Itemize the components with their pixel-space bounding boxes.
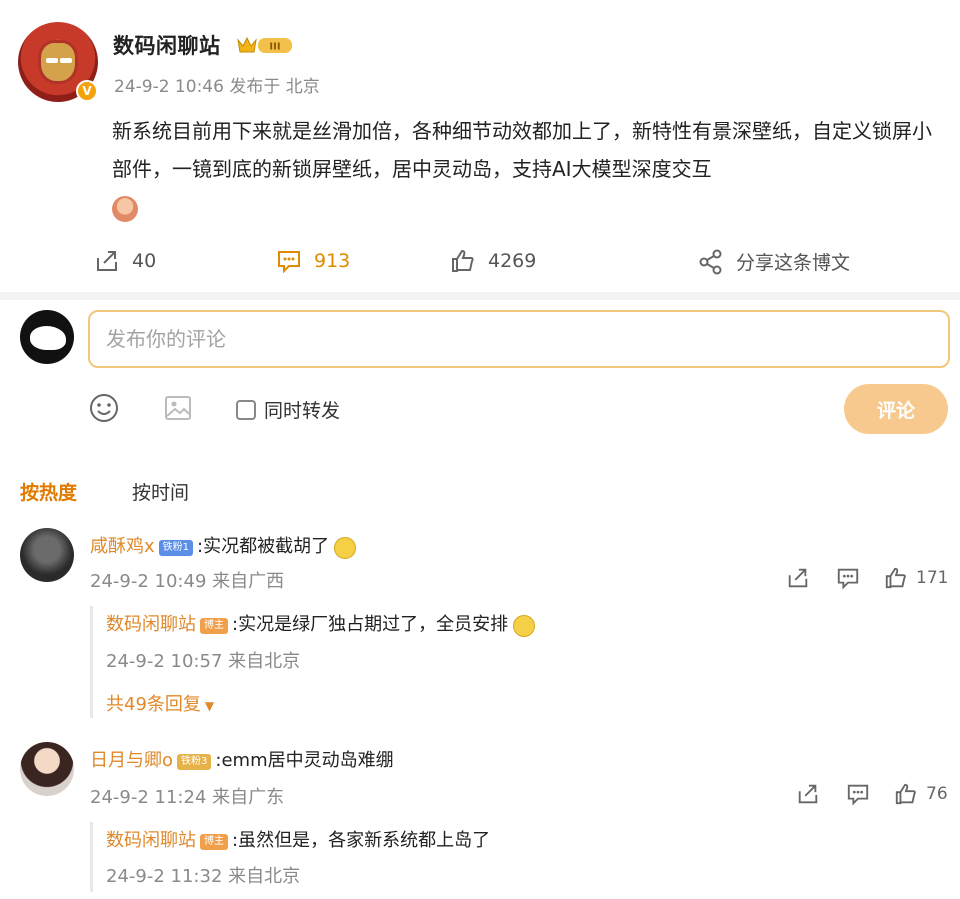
- image-upload-icon[interactable]: [162, 392, 194, 424]
- comment-like-button[interactable]: 76: [894, 782, 948, 806]
- smile-emoji-icon: [334, 536, 357, 559]
- repost-icon: [788, 568, 808, 588]
- reply-thread-bar: [90, 606, 93, 718]
- commenter-avatar[interactable]: [20, 528, 74, 582]
- my-avatar: [20, 310, 74, 364]
- share-label: 分享这条博文: [736, 252, 851, 274]
- emoji-picker-icon[interactable]: [88, 392, 120, 424]
- tab-sort-hot[interactable]: 按热度: [20, 478, 77, 505]
- reply-thread-bar: [90, 822, 93, 892]
- share-icon: [699, 249, 722, 274]
- reply-author-name[interactable]: 数码闲聊站: [106, 830, 196, 851]
- repost-checkbox[interactable]: [236, 399, 256, 420]
- thumbs-up-icon: [452, 249, 474, 272]
- commenter-avatar[interactable]: [20, 742, 74, 796]
- comment-count: 913: [314, 250, 351, 272]
- iron-man-mask: [38, 40, 78, 84]
- comment-icon: [847, 784, 869, 806]
- repost-count: 40: [132, 250, 157, 272]
- like-button[interactable]: 4269: [450, 248, 536, 274]
- also-repost-toggle[interactable]: 同时转发: [236, 396, 340, 423]
- comment-text: :emm居中灵动岛难绷: [215, 750, 394, 771]
- comment-button[interactable]: 913: [276, 248, 350, 274]
- comment-text: :实况都被截胡了: [197, 536, 330, 557]
- comment-icon: [837, 568, 859, 590]
- reply-meta: 24-9-2 11:32 来自北京: [106, 866, 301, 887]
- comment-meta: 24-9-2 10:49 来自广西: [90, 571, 285, 592]
- comment-input[interactable]: [88, 310, 950, 368]
- reply-line: 数码闲聊站 博主:实况是绿厂独占期过了，全员安排: [106, 610, 536, 637]
- section-divider: [0, 292, 960, 300]
- reply-line: 数码闲聊站 博主:虽然但是，各家新系统都上岛了: [106, 826, 490, 852]
- author-avatar[interactable]: V: [18, 22, 98, 102]
- share-button[interactable]: 分享这条博文: [698, 248, 850, 275]
- commenter-name[interactable]: 日月与卿o: [90, 750, 173, 771]
- fan-badge: 铁粉3: [177, 753, 212, 770]
- caret-down-icon: ▼: [204, 699, 215, 713]
- post-meta: 24-9-2 10:46 发布于 北京: [114, 77, 320, 97]
- repost-icon: [97, 251, 117, 271]
- comment-repost-button[interactable]: [796, 782, 820, 806]
- reply-author-name[interactable]: 数码闲聊站: [106, 614, 196, 635]
- thumbs-up-icon: [895, 783, 916, 805]
- comment-reply-button[interactable]: [836, 566, 860, 590]
- tab-sort-time[interactable]: 按时间: [132, 478, 189, 505]
- face-emoji-icon: [112, 195, 138, 222]
- reply-text: :虽然但是，各家新系统都上岛了: [232, 830, 491, 851]
- comment-like-count: 76: [926, 784, 948, 804]
- repost-checkbox-label: 同时转发: [264, 400, 341, 422]
- post-body-text: 新系统目前用下来就是丝滑加倍，各种细节动效都加上了，新特性有景深壁纸，自定义锁屏…: [112, 119, 932, 181]
- repost-button[interactable]: 40: [94, 248, 156, 274]
- smile-emoji-icon: [513, 614, 536, 637]
- avatar-graphic: [30, 326, 66, 350]
- post-actions: 40 913 4269 分享这条博文: [0, 240, 960, 286]
- comment-line: 咸酥鸡x 铁粉1:实况都被截胡了: [90, 532, 357, 559]
- author-name[interactable]: 数码闲聊站: [113, 30, 221, 60]
- like-count: 4269: [488, 250, 537, 272]
- more-replies-link[interactable]: 共49条回复 ▼: [106, 690, 214, 716]
- comment-icon: [278, 251, 300, 274]
- comment-line: 日月与卿o 铁粉3:emm居中灵动岛难绷: [90, 746, 394, 772]
- submit-comment-button[interactable]: 评论: [844, 384, 948, 434]
- comment-meta: 24-9-2 11:24 来自广东: [90, 787, 285, 808]
- more-replies-label: 共49条回复: [106, 694, 201, 715]
- comment-reply-button[interactable]: [846, 782, 870, 806]
- crown-level-text: III: [269, 42, 280, 53]
- repost-icon: [798, 784, 818, 804]
- reply-meta: 24-9-2 10:57 来自北京: [106, 651, 301, 672]
- mask-eye-left: [46, 58, 58, 63]
- mask-eye-right: [60, 58, 72, 63]
- commenter-name[interactable]: 咸酥鸡x: [90, 536, 155, 557]
- host-badge: 博主: [200, 617, 228, 634]
- crown-level-badge-icon: III: [237, 36, 292, 53]
- post-body: 新系统目前用下来就是丝滑加倍，各种细节动效都加上了，新特性有景深壁纸，自定义锁屏…: [112, 112, 947, 226]
- thumbs-up-icon: [885, 567, 906, 589]
- reply-text: :实况是绿厂独占期过了，全员安排: [232, 614, 509, 635]
- verified-badge-icon: V: [76, 80, 98, 102]
- host-badge: 博主: [200, 833, 228, 850]
- fan-badge: 铁粉1: [158, 539, 194, 556]
- comment-like-button[interactable]: 171: [884, 566, 948, 590]
- comment-repost-button[interactable]: [786, 566, 810, 590]
- comment-like-count: 171: [916, 568, 949, 588]
